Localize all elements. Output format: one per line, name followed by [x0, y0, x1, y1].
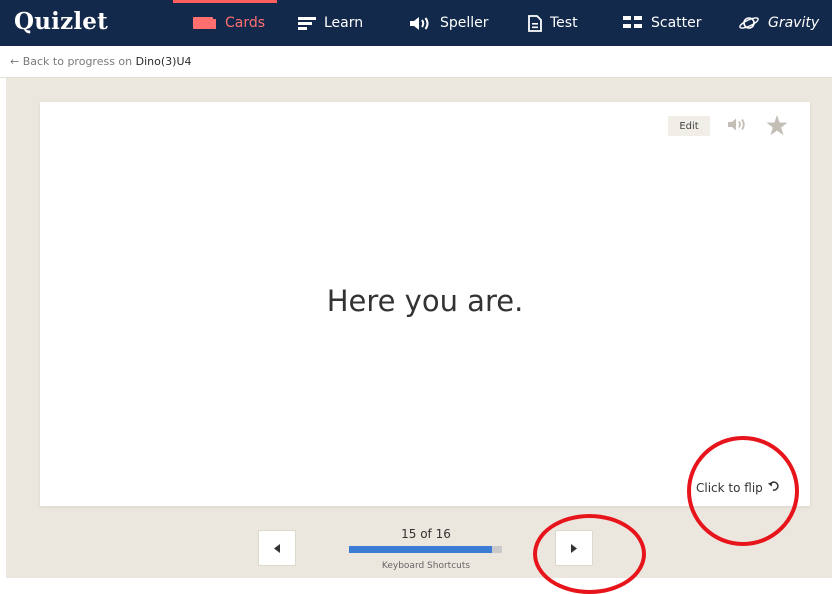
tab-speller[interactable]: Speller [410, 0, 489, 46]
edit-button[interactable]: Edit [668, 116, 710, 136]
tab-gravity-label: Gravity [768, 15, 820, 31]
cards-icon [193, 16, 217, 30]
back-link-prefix: ← Back to progress on [10, 55, 136, 68]
sub-navigation: ← Back to progress on Dino(3)U4 [0, 46, 832, 78]
tab-test[interactable]: Test [528, 0, 578, 46]
tab-cards-label: Cards [225, 15, 266, 31]
scatter-grid-icon [623, 16, 643, 30]
audio-speaker-icon[interactable] [728, 117, 748, 136]
top-navigation-bar: Quizlet Cards Learn Speller Test Scatter [0, 0, 832, 46]
speaker-icon [410, 16, 432, 31]
back-to-progress-link[interactable]: ← Back to progress on Dino(3)U4 [10, 55, 192, 68]
tab-test-label: Test [550, 15, 578, 31]
arrow-left-icon [274, 541, 280, 556]
tab-cards[interactable]: Cards [173, 0, 278, 46]
flashcard[interactable]: Edit Here you are. Click to flip [40, 102, 810, 506]
tab-learn[interactable]: Learn [298, 0, 363, 46]
progress-bar [349, 546, 502, 553]
active-tab-indicator [173, 0, 278, 3]
set-name: Dino(3)U4 [135, 55, 192, 68]
tab-gravity[interactable]: Gravity [738, 0, 819, 46]
planet-icon [738, 15, 760, 31]
annotation-circle-flip [687, 436, 799, 546]
tab-speller-label: Speller [440, 15, 489, 31]
quizlet-logo[interactable]: Quizlet [14, 8, 108, 35]
document-icon [528, 14, 542, 32]
card-counter: 15 of 16 [401, 527, 451, 541]
keyboard-shortcuts-link[interactable]: Keyboard Shortcuts [350, 561, 502, 571]
star-icon[interactable] [766, 115, 788, 140]
learn-icon [298, 16, 316, 30]
tab-learn-label: Learn [324, 15, 364, 31]
previous-card-button[interactable] [258, 530, 296, 566]
tab-scatter[interactable]: Scatter [623, 0, 702, 46]
annotation-circle-next [533, 514, 646, 594]
card-term-text: Here you are. [326, 284, 524, 318]
progress-bar-fill [349, 546, 493, 553]
tab-scatter-label: Scatter [651, 15, 702, 31]
